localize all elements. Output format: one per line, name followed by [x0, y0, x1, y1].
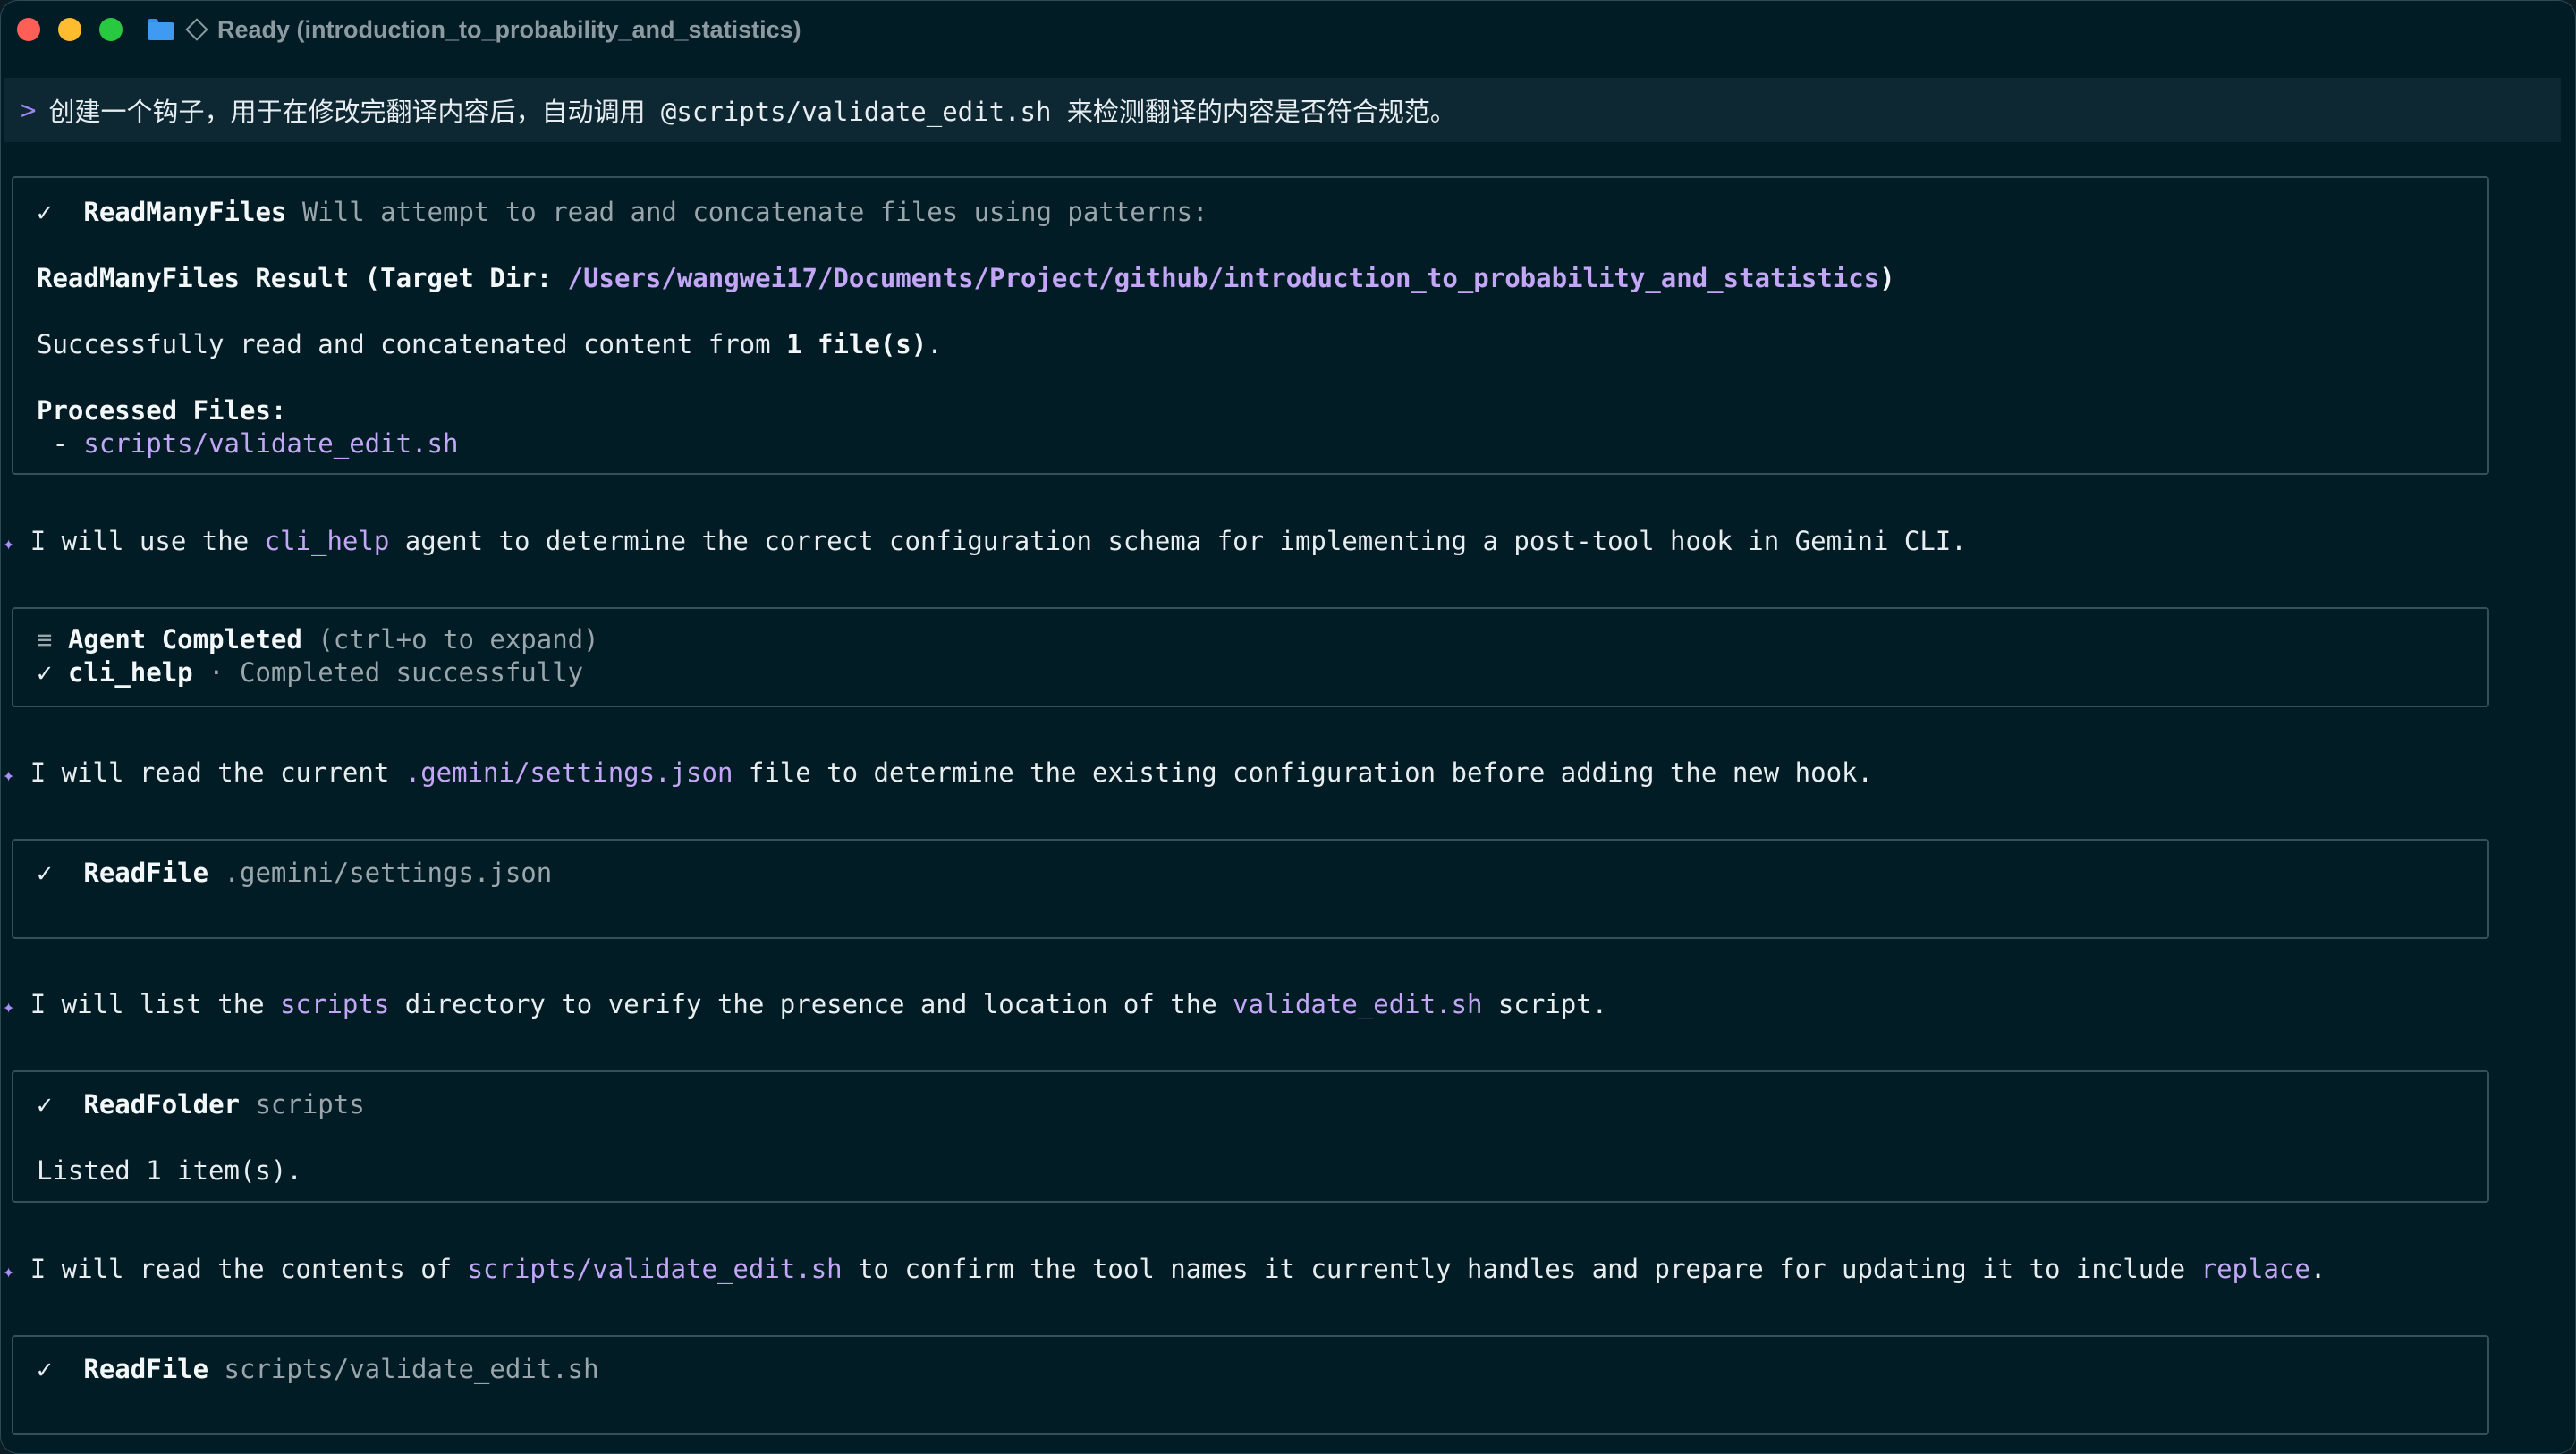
assistant-message: ✦ I will list the scripts directory to v…	[3, 986, 1607, 1022]
highlight-directory: scripts	[280, 989, 390, 1019]
message-text: directory to verify the presence and loc…	[389, 989, 1233, 1019]
check-icon: ✓	[37, 1089, 53, 1120]
diamond-icon	[185, 18, 208, 41]
success-line: Successfully read and concatenated conte…	[37, 326, 943, 362]
result-suffix: )	[1879, 263, 1895, 293]
assistant-message: ✦ I will read the current .gemini/settin…	[3, 755, 1873, 790]
window-title: Ready (introduction_to_probability_and_s…	[217, 15, 801, 43]
prompt-text: 创建一个钩子，用于在修改完翻译内容后，自动调用 @scripts/validat…	[48, 97, 1456, 127]
tool-argument: scripts/validate_edit.sh	[224, 1354, 599, 1384]
check-icon: ✓	[37, 1354, 53, 1384]
success-prefix: Successfully read and concatenated conte…	[37, 329, 787, 359]
tool-argument: .gemini/settings.json	[224, 858, 553, 888]
message-text: I will read the current	[30, 757, 405, 788]
agent-name: cli_help	[67, 657, 193, 688]
tool-name: ReadFolder	[83, 1089, 240, 1120]
target-dir-path: /Users/wangwei17/Documents/Project/githu…	[567, 263, 1880, 293]
message-text: to confirm the tool names it currently h…	[842, 1254, 2201, 1284]
result-line: ReadManyFiles Result (Target Dir: /Users…	[37, 260, 1895, 296]
sparkle-icon: ✦	[3, 1261, 15, 1283]
tool-header: ✓ ReadFile scripts/validate_edit.sh	[37, 1351, 599, 1387]
processed-file-path: scripts/validate_edit.sh	[83, 428, 459, 459]
message-text: I will list the	[30, 989, 281, 1019]
message-text: agent to determine the correct configura…	[389, 526, 1967, 556]
highlight-file-path: .gemini/settings.json	[404, 757, 733, 788]
message-text: script.	[1482, 989, 1608, 1019]
agent-completed-box: ≡ Agent Completed (ctrl+o to expand) ✓ c…	[12, 607, 2489, 707]
tool-header: ✓ ReadFolder scripts	[37, 1086, 365, 1122]
agent-status: ✓ cli_help · Completed successfully	[37, 655, 583, 690]
sparkle-icon: ✦	[3, 533, 15, 555]
file-bullet: -	[37, 428, 84, 459]
message-text: file to determine the existing configura…	[733, 757, 1873, 788]
window-title-area: Ready (introduction_to_probability_and_s…	[148, 13, 801, 46]
check-icon: ✓	[37, 858, 53, 888]
tool-box-read-file: ✓ ReadFile .gemini/settings.json	[12, 839, 2489, 939]
agent-header: ≡ Agent Completed (ctrl+o to expand)	[37, 621, 599, 657]
success-count: 1 file(s)	[786, 329, 928, 359]
assistant-message: ✦ I will use the cli_help agent to deter…	[3, 523, 1967, 559]
check-icon: ✓	[37, 657, 53, 688]
highlight-script-path: scripts/validate_edit.sh	[467, 1254, 843, 1284]
tool-header: ✓ ReadManyFiles Will attempt to read and…	[37, 194, 1208, 230]
assistant-message: ✦ I will read the contents of scripts/va…	[3, 1251, 2326, 1287]
success-suffix: .	[927, 329, 943, 359]
tool-box-read-many-files: ✓ ReadManyFiles Will attempt to read and…	[12, 176, 2489, 475]
zoom-window-button[interactable]	[99, 18, 123, 41]
tool-box-read-folder: ✓ ReadFolder scripts Listed 1 item(s).	[12, 1070, 2489, 1203]
title-bar: Ready (introduction_to_probability_and_s…	[1, 1, 2575, 58]
minimize-window-button[interactable]	[58, 18, 81, 41]
check-icon: ✓	[37, 197, 53, 227]
terminal-window: Ready (introduction_to_probability_and_s…	[0, 0, 2576, 1454]
tool-result: Listed 1 item(s).	[37, 1155, 302, 1186]
tool-name: ReadFile	[83, 858, 209, 888]
highlight-script: validate_edit.sh	[1233, 989, 1483, 1019]
close-window-button[interactable]	[17, 18, 40, 41]
processed-files-label: Processed Files:	[37, 395, 287, 426]
agent-title: Agent Completed	[67, 624, 302, 655]
folder-icon	[148, 19, 174, 40]
processed-file-item: - scripts/validate_edit.sh	[37, 426, 458, 461]
highlight-agent-name: cli_help	[264, 526, 390, 556]
tool-name: ReadManyFiles	[83, 197, 287, 227]
tool-argument: scripts	[255, 1089, 365, 1120]
expand-hint[interactable]: (ctrl+o to expand)	[318, 624, 598, 655]
highlight-tool-name: replace	[2200, 1254, 2310, 1284]
user-prompt: > 创建一个钩子，用于在修改完翻译内容后，自动调用 @scripts/valida…	[4, 78, 2561, 142]
tool-name: ReadFile	[83, 1354, 209, 1384]
message-text: I will use the	[30, 526, 265, 556]
tool-description: Will attempt to read and concatenate fil…	[301, 197, 1208, 227]
menu-icon: ≡	[37, 624, 53, 655]
sparkle-icon: ✦	[3, 765, 15, 787]
result-prefix: ReadManyFiles Result (Target Dir:	[37, 263, 568, 293]
message-text: .	[2309, 1254, 2326, 1284]
tool-box-read-file: ✓ ReadFile scripts/validate_edit.sh	[12, 1335, 2489, 1435]
prompt-caret: >	[21, 95, 37, 125]
agent-status-text: · Completed successfully	[208, 657, 584, 688]
sparkle-icon: ✦	[3, 996, 15, 1019]
tool-header: ✓ ReadFile .gemini/settings.json	[37, 855, 552, 891]
message-text: I will read the contents of	[30, 1254, 468, 1284]
